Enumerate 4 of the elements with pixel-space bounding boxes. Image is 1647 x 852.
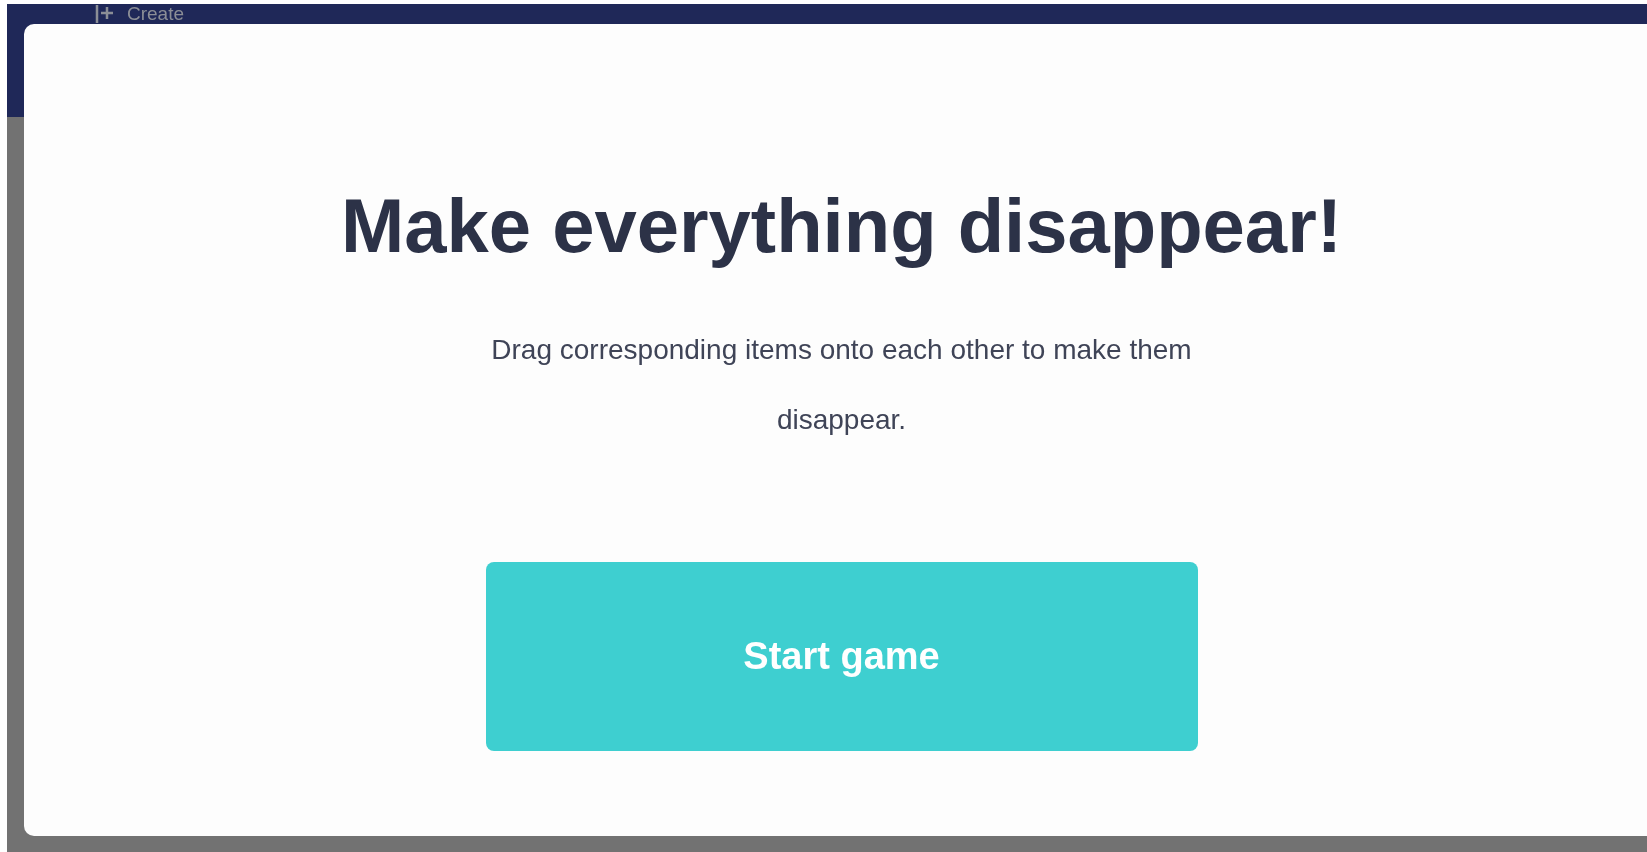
dialog-message: Drag corresponding items onto each other to make them disappear.	[490, 333, 1193, 437]
create-icon	[95, 4, 115, 23]
create-link[interactable]: Create	[127, 4, 185, 23]
dialog-title: Make everything disappear!	[341, 182, 1342, 270]
